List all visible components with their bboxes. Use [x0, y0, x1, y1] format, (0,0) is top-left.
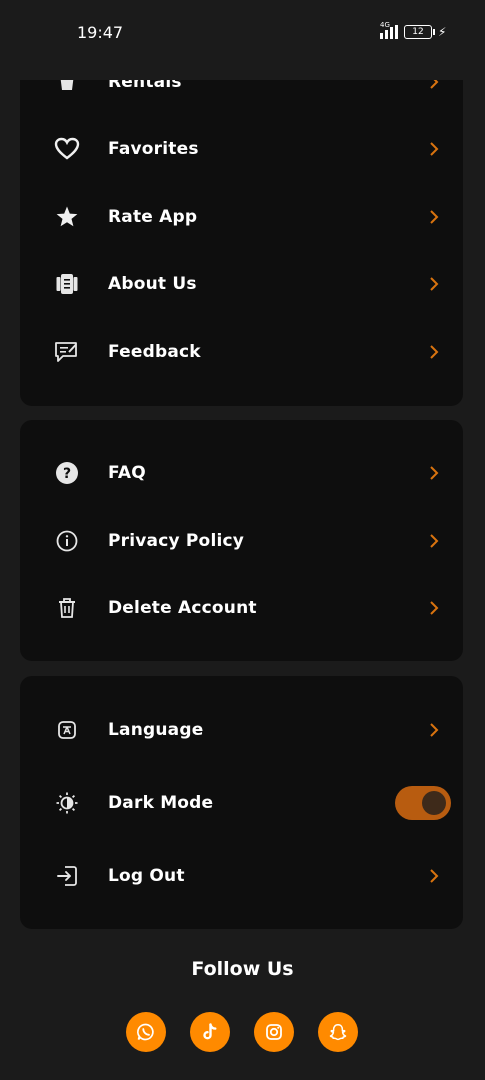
svg-text:?: ? [63, 466, 71, 482]
menu-item-about-us[interactable]: About Us [20, 256, 463, 312]
chevron-right-icon [426, 531, 442, 551]
status-indicators: 4G 12 ⚡ [380, 21, 447, 42]
info-icon [53, 527, 81, 555]
menu-card-support: ? FAQ Privacy Policy Delete Account [20, 420, 463, 661]
chevron-right-icon [426, 207, 442, 227]
menu-item-favorites[interactable]: Favorites [20, 121, 463, 177]
dark-mode-icon [53, 789, 81, 817]
menu-card-general: Rentals Favorites Rate App About Us Feed… [20, 40, 463, 406]
menu-item-rate-app[interactable]: Rate App [20, 189, 463, 245]
follow-us-title: Follow Us [191, 958, 294, 980]
chevron-right-icon [426, 274, 442, 294]
tiktok-icon[interactable] [190, 1012, 230, 1052]
menu-item-language[interactable]: Language [20, 702, 463, 758]
whatsapp-icon[interactable] [126, 1012, 166, 1052]
question-icon: ? [53, 459, 81, 487]
menu-item-feedback[interactable]: Feedback [20, 324, 463, 380]
document-icon [53, 270, 81, 298]
menu-item-label: Language [108, 720, 204, 740]
status-bar: 19:47 4G 12 ⚡ [0, 0, 485, 80]
menu-item-delete-account[interactable]: Delete Account [20, 580, 463, 636]
feedback-icon [53, 338, 81, 366]
status-time: 19:47 [77, 23, 124, 42]
trash-icon [53, 594, 81, 622]
menu-item-label: Feedback [108, 342, 201, 362]
signal-icon: 4G [380, 21, 398, 39]
menu-item-label: Delete Account [108, 598, 257, 618]
menu-item-label: Privacy Policy [108, 531, 245, 551]
menu-item-privacy-policy[interactable]: Privacy Policy [20, 513, 463, 569]
chevron-right-icon [426, 342, 442, 362]
chevron-right-icon [426, 720, 442, 740]
heart-icon [53, 135, 81, 163]
chevron-right-icon [426, 598, 442, 618]
chevron-right-icon [426, 139, 442, 159]
translate-icon [53, 716, 81, 744]
chevron-right-icon [426, 463, 442, 483]
menu-item-faq[interactable]: ? FAQ [20, 445, 463, 501]
logout-icon [53, 862, 81, 890]
dark-mode-toggle[interactable] [395, 786, 451, 820]
menu-item-label: About Us [108, 274, 197, 294]
menu-item-log-out[interactable]: Log Out [20, 848, 463, 904]
network-type: 4G [380, 21, 390, 29]
instagram-icon[interactable] [254, 1012, 294, 1052]
menu-card-preferences: Language Dark Mode Log Out [20, 676, 463, 929]
menu-item-label: Favorites [108, 139, 199, 159]
snapchat-icon[interactable] [318, 1012, 358, 1052]
star-icon [53, 203, 81, 231]
menu-item-label: FAQ [108, 463, 146, 483]
charging-icon: ⚡ [438, 25, 447, 39]
social-links [126, 1012, 358, 1052]
menu-item-dark-mode: Dark Mode [20, 775, 463, 831]
toggle-knob [422, 791, 446, 815]
menu-item-label: Dark Mode [108, 793, 214, 813]
battery-icon: 12 [404, 25, 435, 39]
menu-item-label: Rate App [108, 207, 198, 227]
menu-item-label: Log Out [108, 866, 185, 886]
chevron-right-icon [426, 866, 442, 886]
